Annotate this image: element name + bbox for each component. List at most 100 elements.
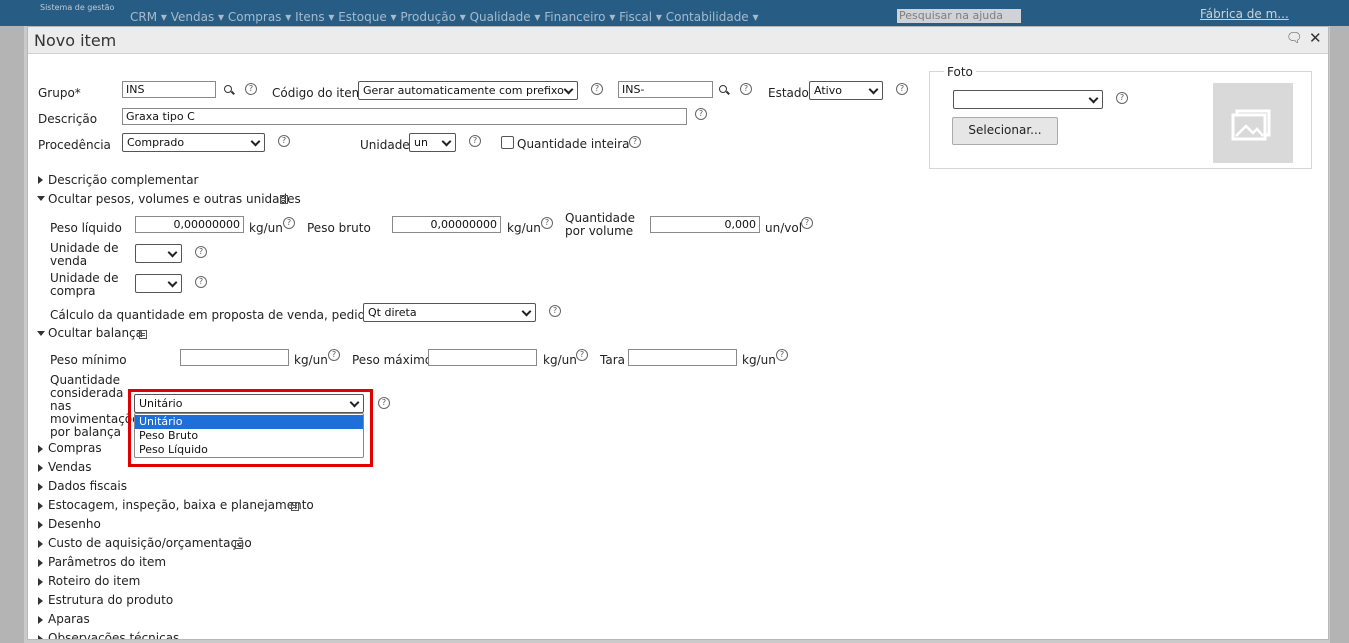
unidade-venda-label-2: venda <box>50 254 88 268</box>
unidade-label: Unidade <box>360 138 410 152</box>
search-icon[interactable] <box>224 85 234 95</box>
section-vendas[interactable]: Vendas <box>48 460 92 474</box>
codigo-select[interactable]: Gerar automaticamente com prefixo <box>358 81 578 100</box>
note-icon[interactable] <box>280 195 288 204</box>
select-photo-button[interactable]: Selecionar... <box>952 117 1058 145</box>
descricao-input[interactable]: Graxa tipo C <box>122 108 687 125</box>
section-descricao-complementar[interactable]: Descrição complementar <box>48 173 198 187</box>
tara-unit: kg/un <box>742 353 776 367</box>
qtd-volume-unit: un/vol <box>765 221 803 235</box>
peso-liquido-input[interactable]: 0,00000000 <box>135 216 244 233</box>
qtd-balanca-label-line: por balança <box>50 425 121 439</box>
peso-minimo-input[interactable] <box>180 349 289 366</box>
help-icon[interactable]: ? <box>328 349 340 361</box>
help-icon[interactable]: ? <box>283 217 295 229</box>
expand-arrow-icon[interactable] <box>38 597 43 605</box>
note-icon[interactable] <box>139 330 147 339</box>
section-parametros[interactable]: Parâmetros do item <box>48 555 166 569</box>
foto-select[interactable] <box>953 90 1103 109</box>
help-icon[interactable]: ? <box>195 246 207 258</box>
note-icon[interactable] <box>291 502 299 511</box>
help-icon[interactable]: ? <box>695 108 707 120</box>
help-icon[interactable]: ? <box>801 217 813 229</box>
peso-maximo-input[interactable] <box>428 349 537 366</box>
help-icon[interactable]: ? <box>278 135 290 147</box>
section-observacoes[interactable]: Observações técnicas <box>48 631 179 639</box>
search-icon[interactable] <box>719 85 729 95</box>
codigo-label: Código do item <box>272 86 364 100</box>
peso-maximo-label: Peso máximo <box>352 353 433 367</box>
option-unitario[interactable]: Unitário <box>135 415 363 429</box>
help-icon[interactable]: ? <box>629 136 641 148</box>
section-custo[interactable]: Custo de aquisição/orçamentação <box>48 536 252 550</box>
help-icon[interactable]: ? <box>378 397 390 409</box>
expand-arrow-icon[interactable] <box>38 483 43 491</box>
expand-arrow-icon[interactable] <box>38 540 43 548</box>
photo-placeholder-icon <box>1213 83 1293 163</box>
codigo-prefix-input[interactable]: INS- <box>618 81 713 98</box>
expand-arrow-icon[interactable] <box>38 464 43 472</box>
help-icon[interactable]: ? <box>469 135 481 147</box>
qtd-volume-input[interactable]: 0,000 <box>650 216 760 233</box>
descricao-label: Descrição <box>38 112 98 126</box>
section-estrutura[interactable]: Estrutura do produto <box>48 593 173 607</box>
help-icon[interactable]: ? <box>896 83 908 95</box>
note-icon[interactable] <box>235 540 243 549</box>
quantidade-inteira-checkbox[interactable] <box>501 136 514 149</box>
qtd-balanca-options: Unitário Peso Bruto Peso Líquido <box>134 413 364 458</box>
help-icon[interactable]: ? <box>549 305 561 317</box>
peso-bruto-input[interactable]: 0,00000000 <box>392 216 501 233</box>
expand-arrow-icon[interactable] <box>38 559 43 567</box>
qtd-balanca-select[interactable]: Unitário <box>134 394 364 413</box>
section-dados-fiscais[interactable]: Dados fiscais <box>48 479 127 493</box>
help-icon[interactable]: ? <box>740 83 752 95</box>
calculo-select[interactable]: Qt direta <box>363 303 536 322</box>
help-icon[interactable]: ? <box>195 276 207 288</box>
peso-liquido-unit: kg/un <box>249 221 283 235</box>
expand-arrow-icon[interactable] <box>38 616 43 624</box>
help-icon[interactable]: ? <box>576 349 588 361</box>
procedencia-select[interactable]: Comprado <box>122 133 265 152</box>
estado-select[interactable]: Ativo <box>809 81 883 100</box>
foto-legend: Foto <box>944 65 976 79</box>
peso-liquido-label: Peso líquido <box>50 221 122 235</box>
tara-label: Tara <box>600 353 625 367</box>
help-icon[interactable]: ? <box>591 83 603 95</box>
close-icon[interactable]: ✕ <box>1309 29 1322 47</box>
quantidade-inteira-label: Quantidade inteira <box>517 137 630 151</box>
unidade-compra-select[interactable] <box>135 274 182 293</box>
peso-minimo-unit: kg/un <box>294 353 328 367</box>
option-peso-bruto[interactable]: Peso Bruto <box>135 429 363 443</box>
collapse-arrow-icon[interactable] <box>37 196 45 201</box>
unidade-select[interactable]: un <box>409 133 456 152</box>
expand-arrow-icon[interactable] <box>38 635 43 639</box>
section-aparas[interactable]: Aparas <box>48 612 90 626</box>
qtd-volume-label-2: por volume <box>565 224 634 238</box>
help-icon[interactable]: ? <box>541 217 553 229</box>
unidade-compra-label-2: compra <box>50 284 96 298</box>
unidade-venda-select[interactable] <box>135 244 182 263</box>
expand-arrow-icon[interactable] <box>38 502 43 510</box>
option-peso-liquido[interactable]: Peso Líquido <box>135 443 363 457</box>
section-roteiro[interactable]: Roteiro do item <box>48 574 140 588</box>
expand-arrow-icon[interactable] <box>38 445 43 453</box>
peso-maximo-unit: kg/un <box>543 353 577 367</box>
peso-bruto-label: Peso bruto <box>307 221 371 235</box>
tara-input[interactable] <box>628 349 737 366</box>
help-icon[interactable]: ? <box>245 83 257 95</box>
section-estocagem[interactable]: Estocagem, inspeção, baixa e planejament… <box>48 498 314 512</box>
peso-minimo-label: Peso mínimo <box>50 353 127 367</box>
expand-arrow-icon[interactable] <box>38 521 43 529</box>
section-desenho[interactable]: Desenho <box>48 517 101 531</box>
section-balanca[interactable]: Ocultar balança <box>48 326 143 340</box>
section-compras[interactable]: Compras <box>48 441 102 455</box>
grupo-input[interactable]: INS <box>122 81 216 98</box>
expand-arrow-icon[interactable] <box>38 176 43 184</box>
chat-icon[interactable]: 🗨 <box>1286 31 1303 46</box>
expand-arrow-icon[interactable] <box>38 578 43 586</box>
help-icon[interactable]: ? <box>776 349 788 361</box>
help-icon[interactable]: ? <box>1116 92 1128 104</box>
section-pesos[interactable]: Ocultar pesos, volumes e outras unidades <box>48 192 301 206</box>
peso-bruto-unit: kg/un <box>507 221 541 235</box>
collapse-arrow-icon[interactable] <box>37 331 45 336</box>
